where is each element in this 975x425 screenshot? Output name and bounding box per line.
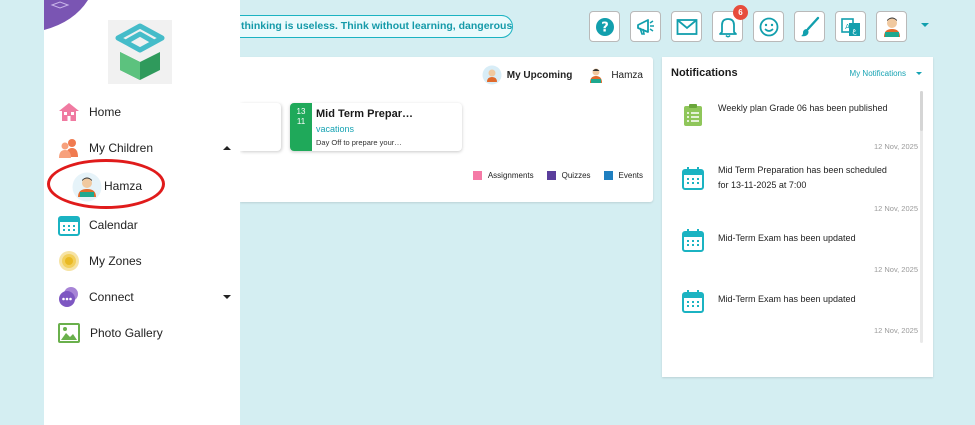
legend-swatch-events	[603, 171, 613, 180]
feedback-button[interactable]	[753, 11, 784, 42]
megaphone-icon	[636, 18, 654, 35]
svg-text:?: ?	[601, 20, 609, 35]
user-menu-caret-icon[interactable]	[921, 23, 929, 27]
calendar-icon	[682, 229, 704, 252]
notification-time: 12 Nov, 2025	[873, 265, 918, 274]
legend-assignments: Assignments	[472, 171, 534, 180]
filter-chevron-down-icon[interactable]	[916, 72, 922, 75]
notification-time: 12 Nov, 2025	[873, 326, 918, 335]
bell-icon	[718, 17, 737, 38]
child-name-label[interactable]: Hamza	[611, 70, 643, 81]
sidebar-item-connect[interactable]: Connect	[44, 282, 240, 312]
notifications-title: Notifications	[671, 67, 738, 79]
calendar-icon	[58, 216, 80, 236]
svg-text:A: A	[845, 23, 850, 31]
sidebar: Home My Children Hamza Calendar My Zones…	[44, 0, 240, 425]
notification-time: 12 Nov, 2025	[873, 142, 918, 151]
sidebar-item-label: My Zones	[89, 254, 142, 268]
notification-text: Weekly plan Grade 06 has been published	[718, 103, 888, 113]
children-icon	[59, 139, 78, 158]
upcoming-panel: My Upcoming Hamza 13 11 Mid Term Prepar……	[240, 57, 653, 202]
event-date-month: 11	[296, 117, 306, 126]
event-description: Day Off to prepare your…	[316, 138, 402, 147]
clipboard-icon	[684, 104, 702, 126]
legend-quizzes: Quizzes	[546, 171, 591, 180]
notifications-filter[interactable]: My Notifications	[850, 69, 906, 78]
top-toolbar: ? 6 Aع	[589, 5, 907, 42]
event-date: 13 11	[290, 103, 312, 151]
legend-swatch-quizzes	[546, 171, 556, 180]
sidebar-item-photo-gallery[interactable]: Photo Gallery	[44, 318, 240, 348]
announcements-button[interactable]	[630, 11, 661, 42]
legend-swatch-assignments	[472, 171, 482, 180]
upcoming-header: My Upcoming Hamza	[482, 65, 643, 85]
upcoming-avatar-icon	[482, 65, 502, 85]
notification-text: Mid Term Preparation has been scheduled …	[718, 165, 887, 190]
language-button[interactable]: Aع	[835, 11, 866, 42]
child-avatar-icon	[72, 172, 102, 202]
help-icon: ?	[595, 17, 614, 36]
child-avatar-icon	[590, 68, 603, 83]
calendar-icon	[682, 290, 704, 313]
notification-text: Mid-Term Exam has been updated	[718, 233, 856, 243]
sidebar-item-label: Connect	[89, 290, 134, 304]
calendar-icon	[682, 167, 704, 190]
school-logo-icon	[108, 20, 172, 84]
brush-icon	[800, 16, 819, 36]
home-icon	[59, 103, 79, 121]
messages-button[interactable]	[671, 11, 702, 42]
sidebar-item-calendar[interactable]: Calendar	[44, 210, 240, 240]
chevron-down-icon	[223, 295, 231, 299]
sidebar-item-label: Home	[89, 105, 122, 119]
sidebar-item-label: Calendar	[89, 218, 138, 232]
notification-text: Mid-Term Exam has been updated	[718, 294, 856, 304]
sidebar-item-my-zones[interactable]: My Zones	[44, 246, 240, 276]
language-icon: Aع	[840, 17, 860, 36]
notifications-panel: Notifications My Notifications Weekly pl…	[662, 57, 933, 377]
gallery-icon	[58, 323, 80, 343]
legend-label-quizzes: Quizzes	[561, 171, 591, 180]
theme-button[interactable]	[794, 11, 825, 42]
my-upcoming-label[interactable]: My Upcoming	[507, 70, 573, 81]
help-button[interactable]: ?	[589, 11, 620, 42]
notification-time: 12 Nov, 2025	[873, 204, 918, 213]
zones-icon	[59, 251, 79, 271]
legend-label-events: Events	[618, 171, 643, 180]
sidebar-item-my-children[interactable]: My Children	[44, 133, 240, 163]
event-title: Mid Term Prepar…	[316, 108, 413, 120]
event-legend: Assignments Quizzes Events	[460, 171, 643, 180]
sidebar-item-label: My Children	[89, 141, 154, 155]
legend-label-assignments: Assignments	[487, 171, 534, 180]
previous-event-card[interactable]	[240, 103, 281, 151]
sidebar-child-hamza[interactable]: Hamza	[72, 172, 162, 202]
notification-count-badge: 6	[733, 5, 748, 20]
legend-events: Events	[603, 171, 643, 180]
menu-corner-icon[interactable]	[44, 0, 88, 30]
event-card[interactable]: 13 11 Mid Term Prepar… vacations Day Off…	[290, 103, 462, 151]
event-date-day: 13	[296, 107, 306, 116]
sidebar-item-label: Photo Gallery	[90, 326, 163, 340]
notifications-button[interactable]: 6	[712, 5, 748, 42]
mail-icon	[676, 18, 697, 35]
user-avatar-icon	[883, 17, 900, 37]
chevron-up-icon	[223, 146, 231, 150]
child-name: Hamza	[104, 179, 143, 193]
quote-banner: thinking is useless. Think without learn…	[200, 15, 513, 38]
notifications-scrollbar[interactable]	[920, 91, 923, 343]
event-type: vacations	[316, 124, 355, 134]
user-menu-button[interactable]	[876, 11, 907, 42]
smiley-icon	[759, 17, 778, 36]
connect-icon	[59, 287, 78, 307]
sidebar-item-home[interactable]: Home	[44, 97, 240, 127]
